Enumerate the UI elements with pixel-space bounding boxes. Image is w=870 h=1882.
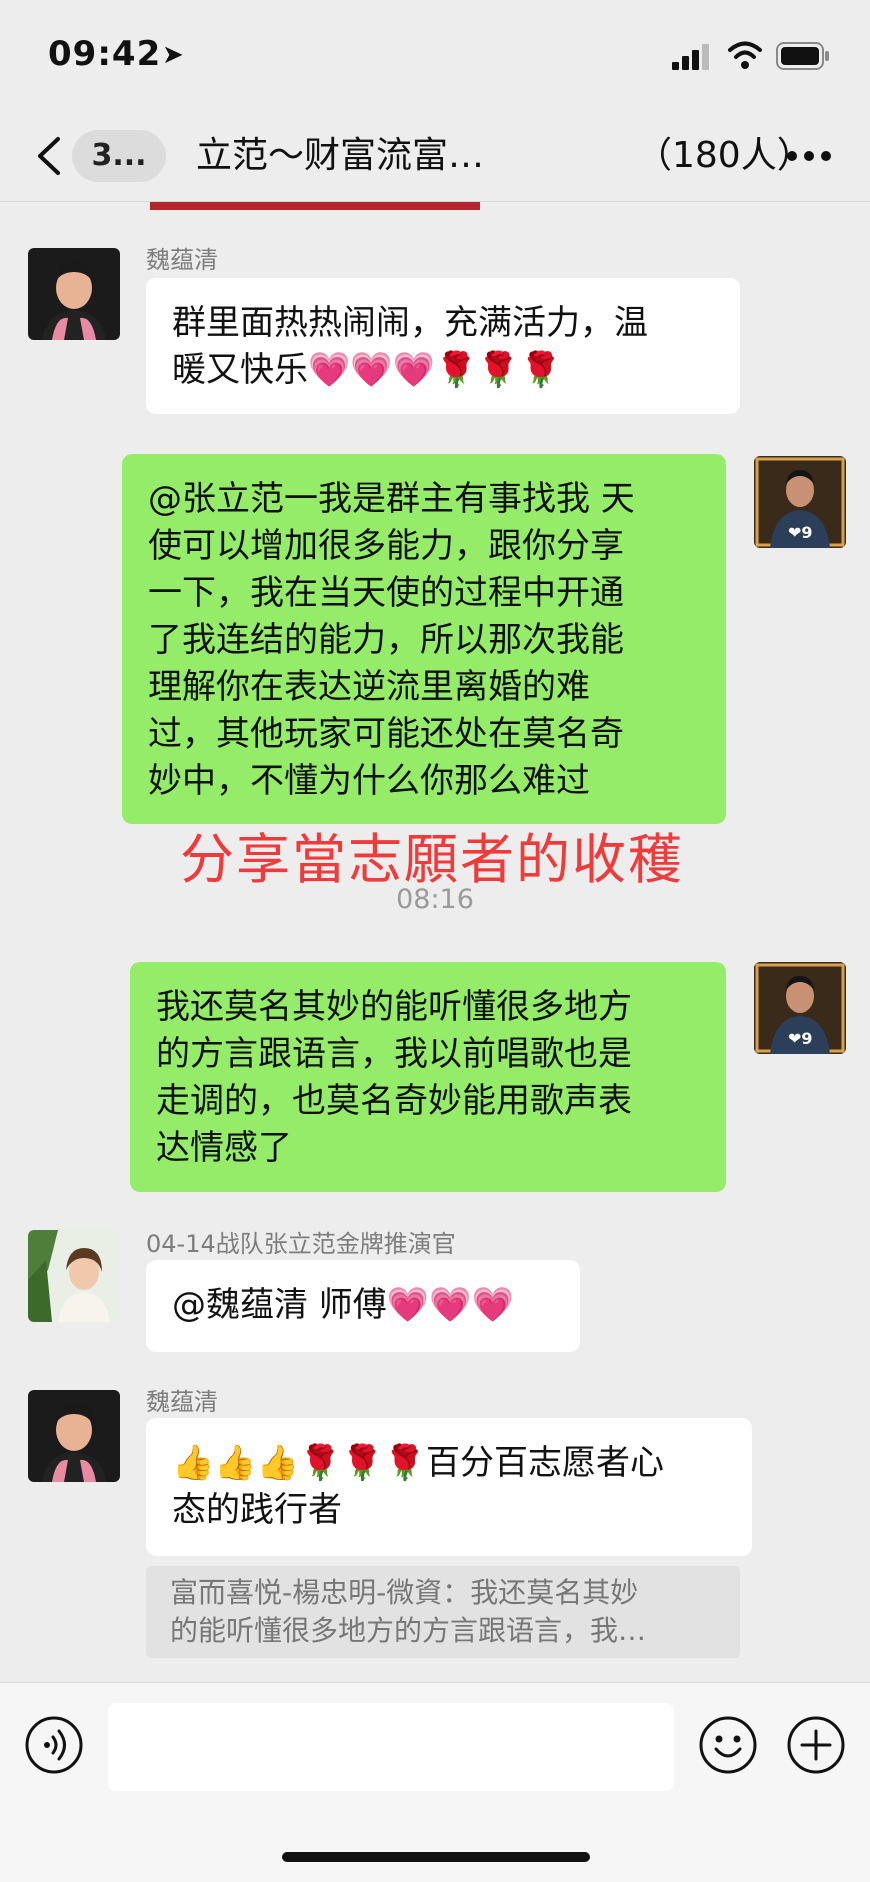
message-bubble[interactable]: @魏蕴清 师傅💗💗💗	[146, 1260, 580, 1352]
message-text-line: 妙中，不懂为什么你那么难过	[148, 761, 590, 801]
quote-text-line: 的能听懂很多地方的方言跟语言，我…	[170, 1614, 647, 1647]
message-text-line: 达情感了	[156, 1128, 292, 1168]
message-text-line: @魏蕴清 师傅💗💗💗	[172, 1285, 514, 1325]
status-bar: 09:42 ➤	[0, 0, 870, 110]
message-text-line: @张立范一我是群主有事找我 天	[148, 479, 635, 519]
message-text-line: 态的践行者	[172, 1490, 342, 1530]
wifi-icon	[728, 41, 762, 69]
svg-text:❤9: ❤9	[788, 523, 813, 542]
message-text-line: 使可以增加很多能力，跟你分享	[148, 526, 624, 566]
message-bubble[interactable]: @张立范一我是群主有事找我 天 使可以增加很多能力，跟你分享 一下，我在当天使的…	[122, 454, 726, 824]
message-text-line: 了我连结的能力，所以那次我能	[148, 620, 624, 660]
avatar[interactable]	[28, 1230, 120, 1322]
cellular-signal-icon	[672, 44, 709, 70]
svg-text:❤9: ❤9	[788, 1029, 813, 1048]
message-text-line: 暖又快乐💗💗💗🌹🌹🌹	[172, 350, 563, 390]
quote-text-line: 富而喜悦-楊忠明-微資：我还莫名其妙	[170, 1576, 639, 1609]
message-text-line: 群里面热热闹闹，充满活力，温	[172, 303, 648, 343]
avatar[interactable]	[28, 248, 120, 340]
quoted-message[interactable]: 富而喜悦-楊忠明-微資：我还莫名其妙 的能听懂很多地方的方言跟语言，我…	[146, 1566, 740, 1658]
status-time: 09:42	[48, 34, 162, 74]
previous-image-edge	[150, 202, 480, 210]
overlay-caption: 分享當志願者的收穫	[180, 828, 684, 891]
message-text-line: 我还莫名其妙的能听懂很多地方	[156, 987, 632, 1027]
chat-header: 3... 立范～财富流富… （180人）	[0, 110, 870, 202]
message-text-line: 走调的，也莫名奇妙能用歌声表	[156, 1081, 632, 1121]
avatar[interactable]: ❤9	[754, 962, 846, 1054]
message-bubble[interactable]: 👍👍👍🌹🌹🌹百分百志愿者心 态的践行者	[146, 1418, 752, 1556]
home-indicator[interactable]	[282, 1852, 590, 1862]
message-input[interactable]	[108, 1703, 674, 1791]
avatar[interactable]: ❤9	[754, 456, 846, 548]
message-timestamp: 08:16	[396, 884, 474, 915]
avatar[interactable]	[28, 1390, 120, 1482]
message-bubble[interactable]: 群里面热热闹闹，充满活力，温 暖又快乐💗💗💗🌹🌹🌹	[146, 278, 740, 414]
voice-icon[interactable]	[24, 1715, 84, 1775]
unread-badge[interactable]: 3...	[72, 130, 166, 182]
message-text-line: 一下，我在当天使的过程中开通	[148, 573, 624, 613]
sender-name: 魏蕴清	[146, 1388, 218, 1416]
location-arrow-icon: ➤	[162, 40, 184, 70]
message-text-line: 的方言跟语言，我以前唱歌也是	[156, 1034, 632, 1074]
battery-icon	[776, 42, 829, 70]
emoji-icon[interactable]	[698, 1715, 758, 1775]
plus-icon[interactable]	[786, 1715, 846, 1775]
message-text-line: 理解你在表达逆流里离婚的难	[148, 667, 590, 707]
sender-name: 04-14战队张立范金牌推演官	[146, 1230, 456, 1258]
message-text-line: 过，其他玩家可能还处在莫名奇	[148, 714, 624, 754]
chat-title: 立范～财富流富…	[196, 135, 485, 176]
sender-name: 魏蕴清	[146, 246, 218, 274]
message-text-line: 👍👍👍🌹🌹🌹百分百志愿者心	[172, 1443, 665, 1483]
chevron-left-icon[interactable]	[34, 136, 64, 176]
message-bubble[interactable]: 我还莫名其妙的能听懂很多地方 的方言跟语言，我以前唱歌也是 走调的，也莫名奇妙能…	[130, 962, 726, 1192]
more-dots-icon[interactable]	[784, 138, 834, 174]
